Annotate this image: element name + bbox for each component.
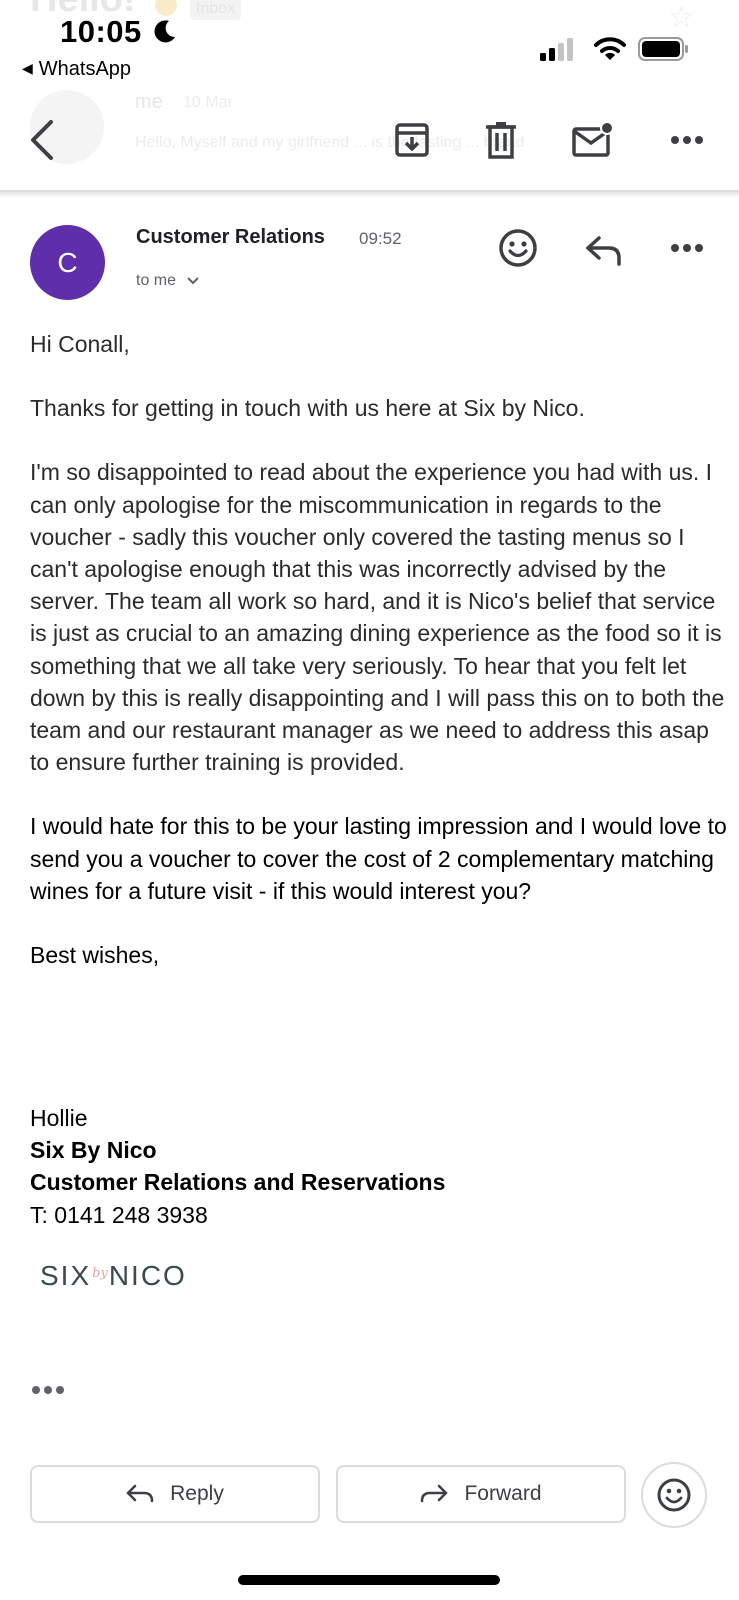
greeting: Hi Conall, bbox=[30, 331, 130, 357]
signature-phone: T: 0141 248 3938 bbox=[30, 1201, 208, 1228]
wifi-icon bbox=[594, 36, 626, 67]
sender-name[interactable]: Customer Relations bbox=[136, 226, 325, 249]
back-arrow-icon[interactable] bbox=[20, 118, 64, 162]
background-star-icon: ☆ bbox=[668, 1, 695, 34]
six-by-nico-logo: SIXbyNICO bbox=[40, 1260, 187, 1292]
reply-label: Reply bbox=[170, 1482, 224, 1505]
logo-by: by bbox=[92, 1266, 108, 1281]
toolbar-divider bbox=[0, 190, 739, 198]
logo-six: SIX bbox=[40, 1260, 92, 1291]
show-trimmed-content-icon[interactable] bbox=[32, 1386, 64, 1394]
background-emoji-icon bbox=[155, 0, 177, 16]
recipient-label: to me bbox=[136, 272, 177, 289]
status-time: 10:05 bbox=[60, 14, 142, 49]
logo-nico: NICO bbox=[108, 1260, 187, 1291]
background-snippet: Hello, Myself and my girlfriend ... is t… bbox=[135, 134, 525, 151]
background-date: 10 Mar bbox=[183, 94, 233, 111]
message-more-icon[interactable] bbox=[665, 226, 709, 270]
signature-name: Hollie bbox=[30, 1105, 88, 1131]
background-inbox-label: Inbox bbox=[190, 0, 242, 20]
email-body: Hi Conall, Thanks for getting in touch w… bbox=[30, 328, 730, 1003]
sent-time: 09:52 bbox=[359, 229, 402, 248]
recipient-details-toggle[interactable]: to me bbox=[136, 272, 200, 290]
paragraph-3: I would hate for this to be your lasting… bbox=[30, 813, 727, 904]
smiley-icon bbox=[657, 1478, 691, 1512]
background-sender: me bbox=[135, 91, 163, 113]
signature-role: Customer Relations and Reservations bbox=[30, 1169, 446, 1196]
paragraph-1: Thanks for getting in touch with us here… bbox=[30, 395, 585, 422]
mark-unread-icon[interactable] bbox=[571, 118, 615, 162]
reply-icon[interactable] bbox=[582, 228, 626, 272]
forward-arrow-icon bbox=[421, 1484, 448, 1503]
battery-icon bbox=[638, 37, 690, 68]
closing: Best wishes, bbox=[30, 942, 160, 969]
emoji-reaction-button[interactable] bbox=[641, 1462, 707, 1528]
cellular-signal-icon bbox=[540, 38, 576, 67]
reply-arrow-icon bbox=[126, 1484, 154, 1503]
forward-label: Forward bbox=[464, 1482, 542, 1505]
moon-icon bbox=[152, 18, 178, 49]
more-icon[interactable] bbox=[665, 118, 709, 162]
signature-company: Six By Nico bbox=[30, 1137, 157, 1164]
back-to-app-link[interactable]: ◀ WhatsApp bbox=[22, 58, 131, 81]
archive-icon[interactable] bbox=[390, 118, 434, 162]
add-reaction-icon[interactable] bbox=[496, 226, 540, 270]
reply-button[interactable]: Reply bbox=[30, 1465, 320, 1523]
paragraph-2: I'm so disappointed to read about the ex… bbox=[30, 459, 725, 776]
signature: Hollie Six By Nico Customer Relations an… bbox=[30, 1102, 445, 1231]
home-indicator[interactable] bbox=[238, 1575, 500, 1585]
back-app-label: WhatsApp bbox=[38, 58, 132, 80]
forward-button[interactable]: Forward bbox=[336, 1465, 626, 1523]
back-triangle-icon: ◀ bbox=[22, 60, 33, 76]
sender-avatar[interactable]: C bbox=[30, 225, 105, 300]
trash-icon[interactable] bbox=[479, 118, 523, 162]
chevron-down-icon bbox=[187, 277, 199, 285]
